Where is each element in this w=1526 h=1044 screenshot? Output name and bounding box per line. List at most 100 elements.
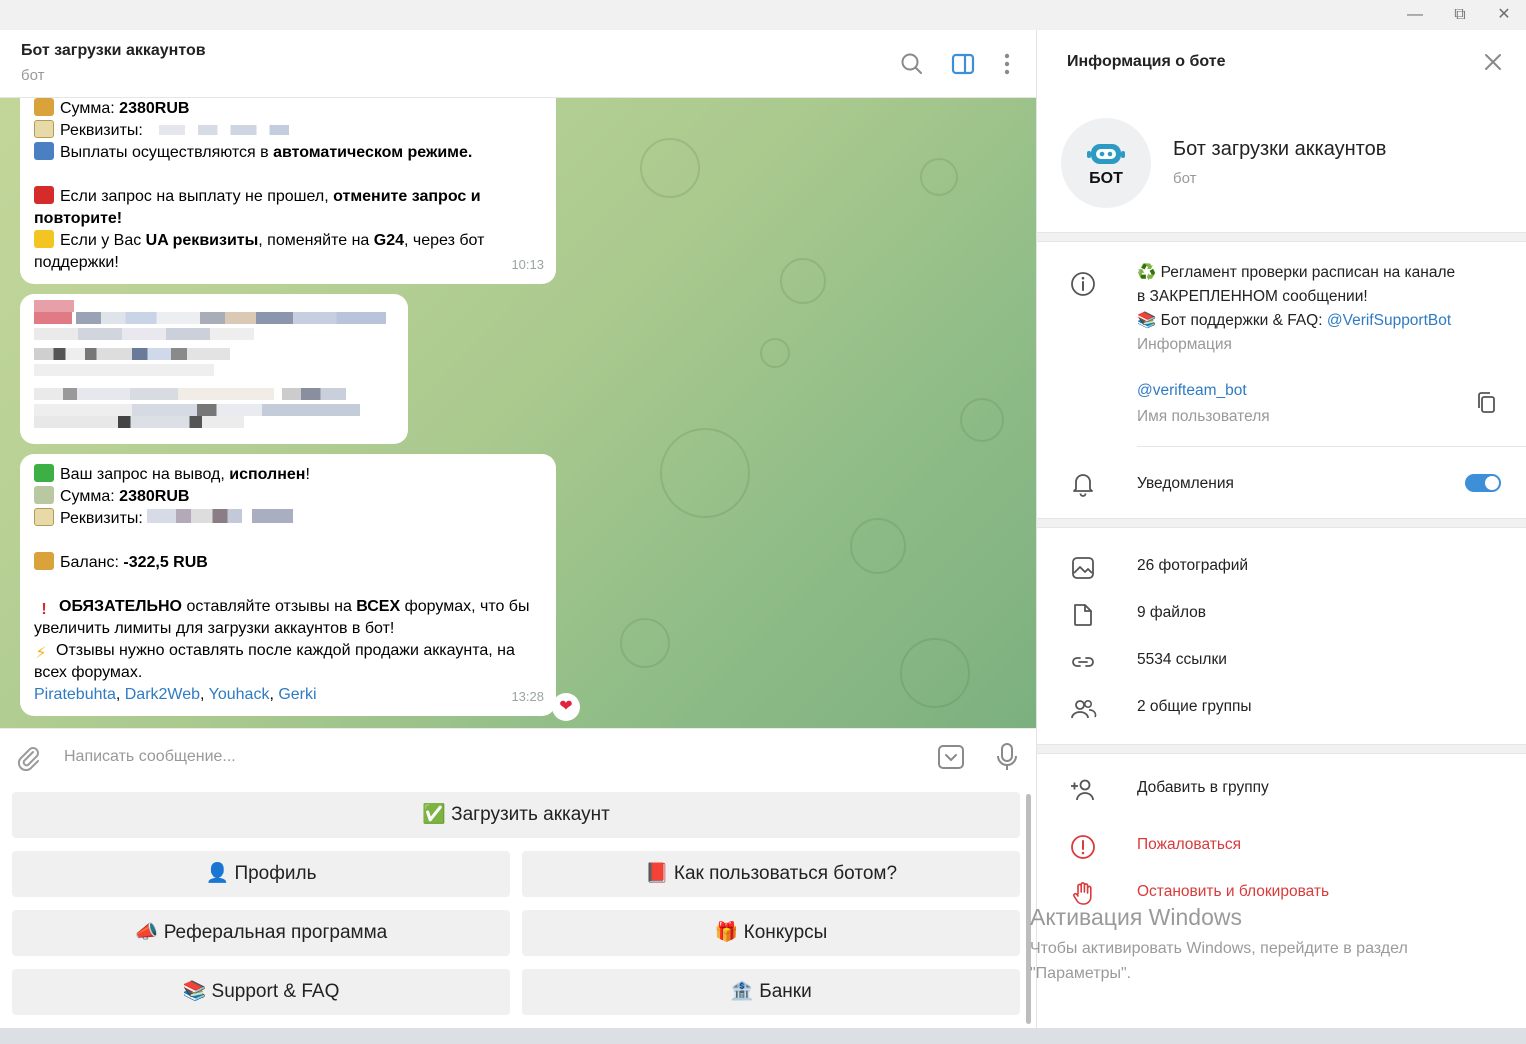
redacted-block bbox=[34, 416, 244, 428]
window-titlebar: — ⧉ ✕ bbox=[0, 0, 1526, 30]
forum-link[interactable]: Piratebuhta bbox=[34, 686, 116, 703]
message-text: Баланс: bbox=[60, 554, 124, 571]
message-bubble[interactable]: Ваш запрос на вывод, исполнен! Сумма: 23… bbox=[20, 454, 556, 716]
bell-icon bbox=[1073, 474, 1093, 497]
taskbar bbox=[0, 1028, 1526, 1044]
search-icon[interactable] bbox=[898, 50, 926, 78]
about-text: ♻️ Регламент проверки расписан на канале… bbox=[1137, 261, 1455, 357]
avatar[interactable]: БОТ bbox=[1061, 118, 1151, 208]
about-line: в ЗАКРЕПЛЕННОМ сообщении! bbox=[1137, 288, 1368, 305]
toggle-knob bbox=[1485, 476, 1499, 490]
sidebar-item-links[interactable]: 5534 ссылки bbox=[1137, 651, 1227, 669]
redacted-block bbox=[34, 328, 254, 340]
support-faq-button[interactable]: 📚 Support & FAQ bbox=[12, 969, 510, 1015]
contests-button[interactable]: 🎁 Конкурсы bbox=[522, 910, 1020, 956]
message-time: 10:13 bbox=[511, 257, 544, 272]
heart-reaction-icon[interactable]: ❤ bbox=[552, 693, 580, 721]
about-line: ♻️ Регламент проверки расписан на канале bbox=[1137, 264, 1456, 281]
referral-program-button[interactable]: 📣 Реферальная программа bbox=[12, 910, 510, 956]
message-text: увеличить лимиты для загрузки аккаунтов … bbox=[34, 620, 395, 637]
username-link[interactable]: @verifteam_bot bbox=[1137, 379, 1270, 403]
profile-name: Бот загрузки аккаунтов bbox=[1173, 138, 1387, 160]
message-text: UA реквизиты bbox=[145, 232, 259, 249]
forum-link[interactable]: Youhack bbox=[209, 686, 270, 703]
redacted-block bbox=[34, 312, 72, 324]
message-bubble[interactable]: Сумма: 2380RUB Реквизиты: Выплаты осущес… bbox=[20, 98, 556, 284]
money-wings-icon bbox=[34, 486, 54, 504]
copy-icon[interactable] bbox=[1475, 390, 1499, 416]
red-square-icon bbox=[34, 186, 54, 204]
windows-activation-title: Активация Windows bbox=[1030, 904, 1242, 930]
message-time: 13:28 bbox=[511, 689, 544, 704]
background-doodle bbox=[620, 618, 670, 668]
message-text: , через бот bbox=[404, 232, 485, 249]
sum-value: 2380RUB bbox=[119, 488, 190, 505]
chat-title[interactable]: Бот загрузки аккаунтов bbox=[21, 42, 206, 60]
panel-title: Информация о боте bbox=[1067, 53, 1226, 70]
how-to-use-button[interactable]: 📕 Как пользоваться ботом? bbox=[522, 851, 1020, 897]
username-caption: Имя пользователя bbox=[1137, 408, 1270, 425]
file-icon bbox=[1074, 604, 1092, 626]
check-mark-icon bbox=[34, 464, 54, 482]
money-bag-icon bbox=[34, 98, 54, 116]
profile-button[interactable]: 👤 Профиль bbox=[12, 851, 510, 897]
close-window-icon[interactable]: ✕ bbox=[1491, 4, 1517, 26]
chat-messages-area[interactable]: Сумма: 2380RUB Реквизиты: Выплаты осущес… bbox=[0, 98, 1036, 728]
forum-link[interactable]: Dark2Web bbox=[125, 686, 200, 703]
background-doodle bbox=[920, 158, 958, 196]
background-doodle bbox=[640, 138, 700, 198]
notifications-toggle[interactable] bbox=[1465, 474, 1501, 492]
bot-head-icon bbox=[1087, 144, 1125, 164]
sidebar-item-files[interactable]: 9 файлов bbox=[1137, 604, 1206, 622]
divider bbox=[1137, 446, 1526, 447]
message-text: Ваш запрос на вывод, bbox=[60, 466, 230, 483]
redacted-requisites bbox=[147, 509, 294, 523]
report-icon bbox=[1071, 835, 1095, 859]
message-text: , поменяйте на bbox=[258, 232, 374, 249]
watermark-line: "Параметры". bbox=[1030, 965, 1132, 982]
background-doodle bbox=[900, 638, 970, 708]
message-text: ВСЕХ bbox=[356, 598, 401, 615]
upload-account-button[interactable]: ✅ Загрузить аккаунт bbox=[12, 792, 1020, 838]
message-text: Отзывы нужно оставлять после каждой прод… bbox=[56, 642, 515, 659]
close-icon[interactable] bbox=[1481, 50, 1505, 74]
report-button[interactable]: Пожаловаться bbox=[1137, 836, 1241, 854]
message-bubble-redacted[interactable] bbox=[20, 294, 408, 444]
section-divider bbox=[1037, 518, 1526, 528]
message-text: Сумма: bbox=[60, 488, 120, 505]
background-doodle bbox=[660, 428, 750, 518]
message-text: Реквизиты: bbox=[60, 510, 143, 527]
add-user-icon bbox=[1071, 779, 1094, 801]
microphone-icon[interactable] bbox=[993, 741, 1021, 773]
photo-icon bbox=[1072, 557, 1094, 579]
message-text: повторите! bbox=[34, 210, 123, 227]
message-text: Если у Вас bbox=[60, 232, 146, 249]
more-options-icon[interactable] bbox=[993, 50, 1021, 78]
background-doodle bbox=[760, 338, 790, 368]
redacted-block bbox=[34, 300, 74, 312]
message-input[interactable] bbox=[64, 743, 904, 771]
forum-link[interactable]: Gerki bbox=[278, 686, 316, 703]
banks-button[interactable]: 🏦 Банки bbox=[522, 969, 1020, 1015]
message-text: автоматическом режиме. bbox=[273, 144, 473, 161]
redacted-requisites bbox=[159, 125, 290, 135]
message-text: форумах, что бы bbox=[400, 598, 530, 615]
bot-info-panel: Информация о боте БОТ Бот загрузки аккау… bbox=[1036, 30, 1526, 1028]
sidebar-item-groups[interactable]: 2 общие группы bbox=[1137, 698, 1252, 716]
minimize-icon[interactable]: — bbox=[1402, 4, 1428, 26]
restore-icon[interactable]: ⧉ bbox=[1447, 4, 1473, 26]
bot-keyboard-icon[interactable] bbox=[937, 743, 965, 771]
sidebar-toggle-icon[interactable] bbox=[949, 50, 977, 78]
message-text: оставляйте отзывы на bbox=[182, 598, 357, 615]
stop-and-block-button[interactable]: Остановить и блокировать bbox=[1137, 883, 1329, 901]
link-separator: , bbox=[269, 686, 279, 703]
attach-icon[interactable] bbox=[14, 743, 42, 771]
support-bot-link[interactable]: @VerifSupportBot bbox=[1327, 312, 1451, 329]
link-separator: , bbox=[115, 686, 125, 703]
add-to-group-button[interactable]: Добавить в группу bbox=[1137, 779, 1269, 797]
background-doodle bbox=[780, 258, 826, 304]
message-text: всех форумах. bbox=[34, 664, 143, 681]
sidebar-item-photos[interactable]: 26 фотографий bbox=[1137, 557, 1248, 575]
link-separator: , bbox=[200, 686, 209, 703]
message-text: ОБЯЗАТЕЛЬНО bbox=[59, 598, 182, 615]
